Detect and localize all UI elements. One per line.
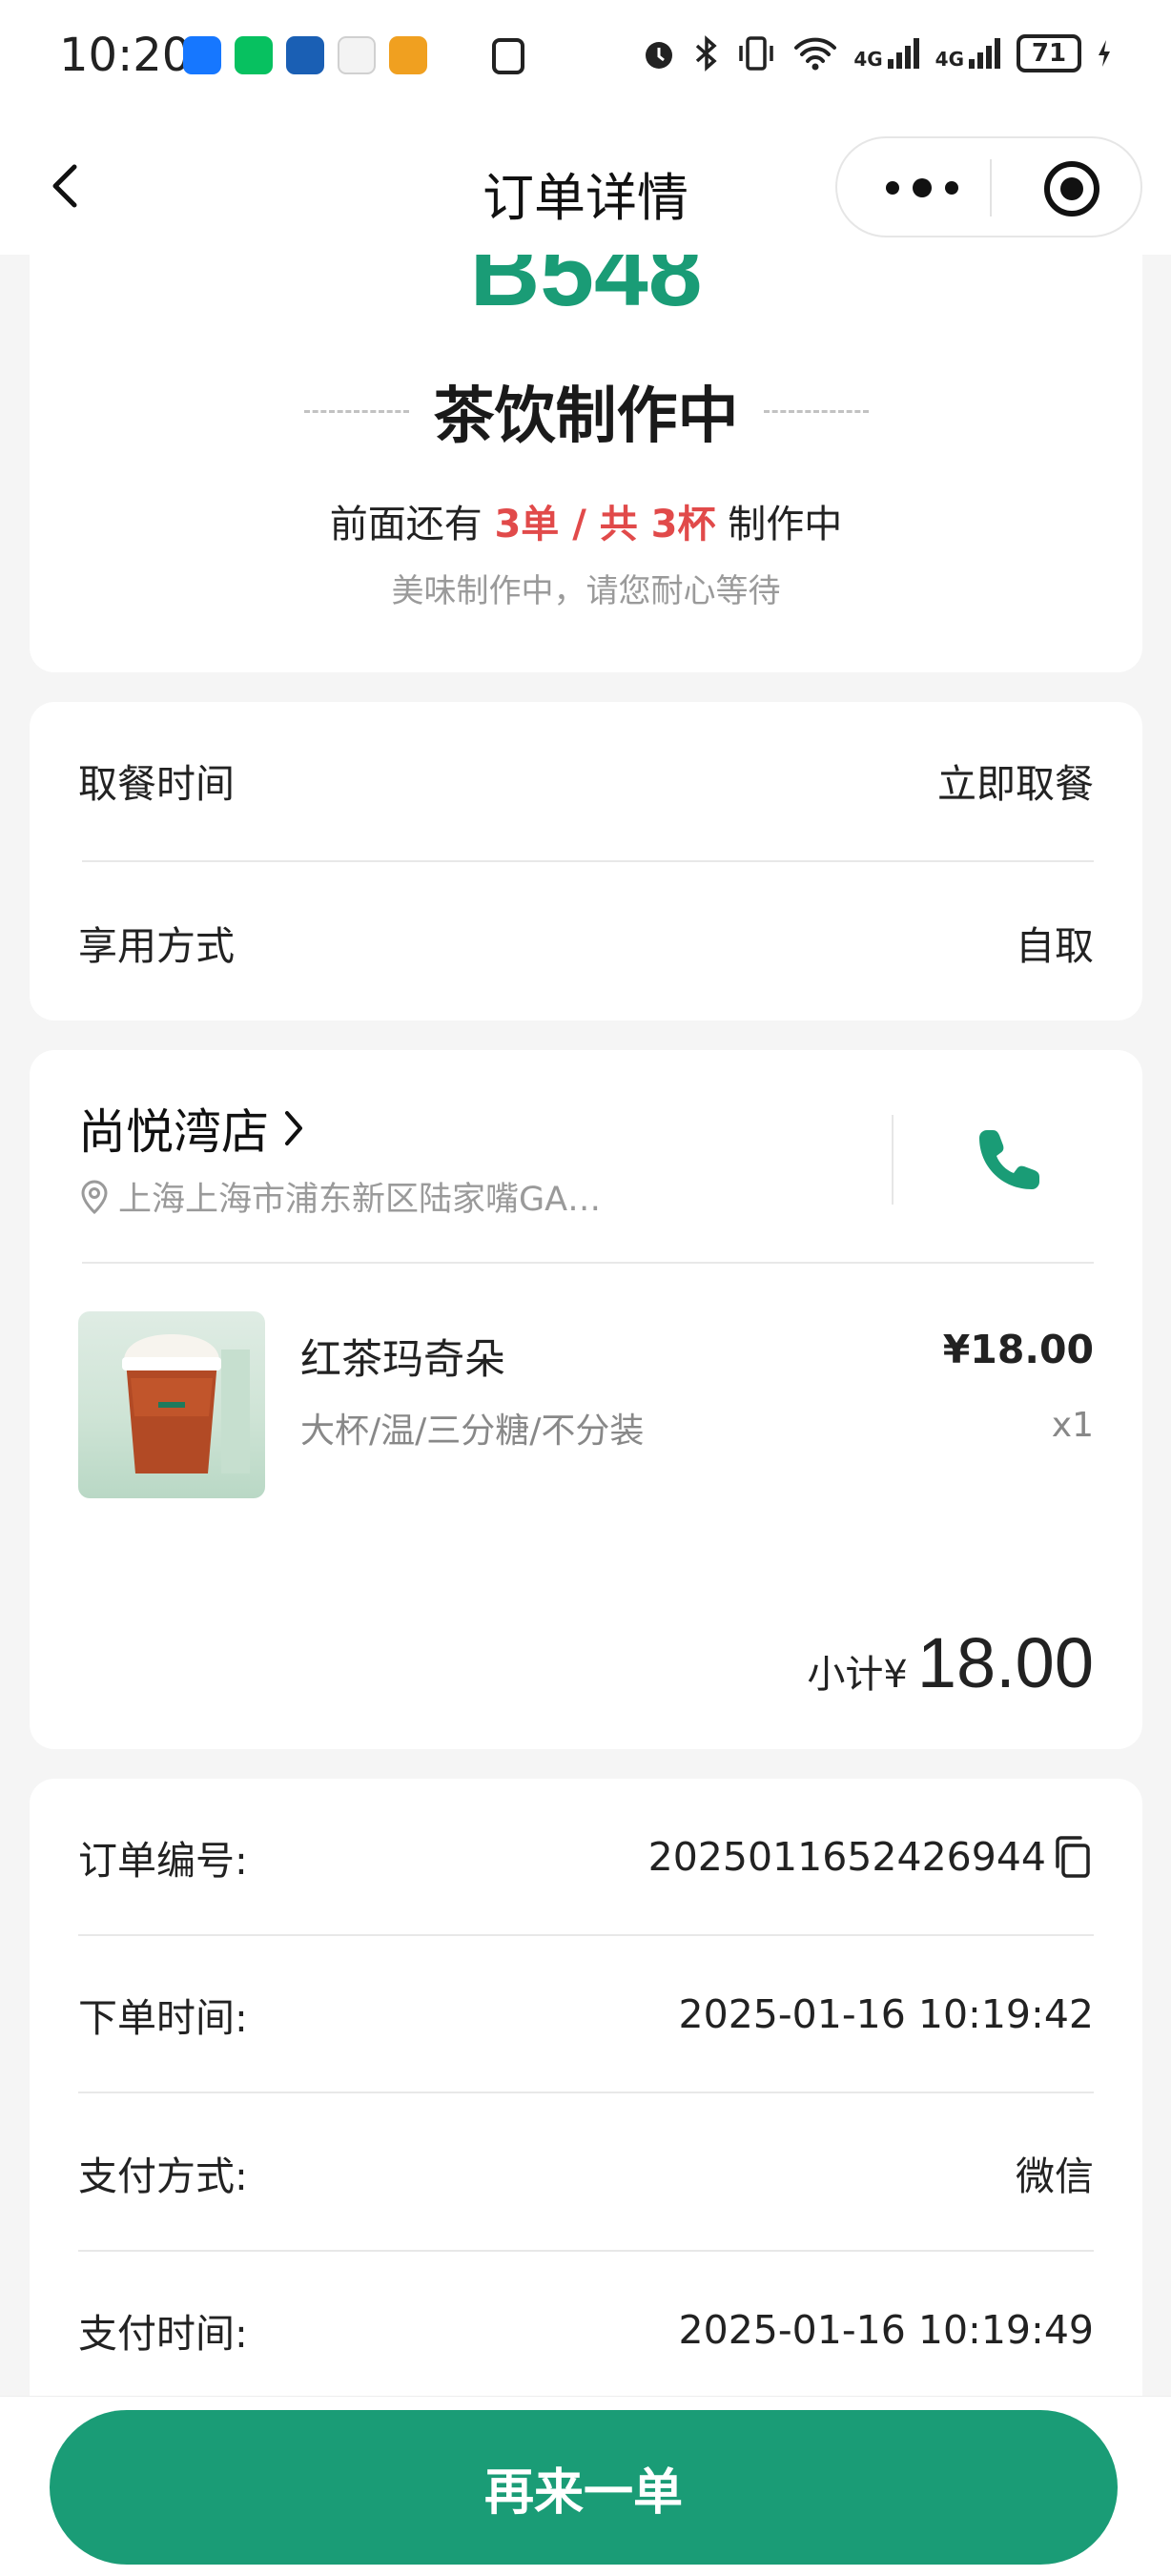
order-number-label: 订单编号: — [78, 1838, 248, 1884]
vertical-divider — [892, 1115, 894, 1205]
store-link[interactable]: 尚悦湾店 — [78, 1094, 307, 1163]
order-created-label: 下单时间: — [78, 1995, 248, 2041]
capsule-divider — [990, 159, 992, 216]
order-info-card: 订单编号: 2025011652426944 下单时间: 2025-01-16 … — [30, 1779, 1142, 2446]
queue-ahead-text: 前面还有 3单 / 共 3杯 制作中 — [30, 493, 1142, 548]
pickup-time-label: 取餐时间 — [78, 761, 235, 807]
close-mini-program-icon[interactable] — [1041, 158, 1102, 219]
queue-ahead-count: 3单 / 共 3杯 — [494, 503, 716, 546]
payment-time-row: 支付时间: 2025-01-16 10:19:49 — [78, 2301, 1094, 2359]
dashed-divider-left — [303, 409, 409, 413]
shop-app-icon — [389, 36, 427, 74]
vibrate-icon — [739, 36, 774, 71]
status-bar: 10:20 4G 4G 71 — [0, 0, 1171, 119]
wait-tip: 美味制作中，请您耐心等待 — [391, 572, 781, 610]
order-created-row: 下单时间: 2025-01-16 10:19:42 — [78, 1986, 1094, 2043]
pickup-method-row: 享用方式 自取 — [78, 914, 1094, 971]
payment-method-label: 支付方式: — [78, 2154, 248, 2199]
message-app-icon — [338, 36, 376, 74]
order-number-row: 订单编号: 2025011652426944 — [78, 1828, 1094, 1886]
row-divider — [78, 2250, 1094, 2252]
order-number-value: 2025011652426944 — [647, 1834, 1046, 1880]
milk-tea-cup-illustration — [122, 1334, 250, 1473]
store-address-row: 上海上海市浦东新区陆家嘴GA… — [78, 1172, 601, 1221]
mini-program-capsule — [835, 136, 1142, 237]
pickup-method-value: 自取 — [1016, 923, 1094, 969]
subtotal: 小计¥ 18.00 — [807, 1622, 1094, 1703]
cell-signal-1: 4G — [853, 36, 919, 71]
queue-status-card: B548 茶饮制作中 前面还有 3单 / 共 3杯 制作中 美味制作中，请您耐心… — [30, 255, 1142, 672]
cell-signal-2: 4G — [935, 36, 1001, 71]
payment-method-value: 微信 — [1016, 2154, 1094, 2199]
wechat-icon — [235, 36, 273, 74]
product-quantity: x1 — [1051, 1406, 1094, 1445]
signal-bars-icon — [969, 38, 1000, 69]
location-pin-icon — [81, 1180, 108, 1214]
network-type-label: 4G — [935, 48, 964, 71]
payment-method-row: 支付方式: 微信 — [78, 2144, 1094, 2201]
pickup-info-card: 取餐时间 立即取餐 享用方式 自取 — [30, 702, 1142, 1020]
status-header: 茶饮制作中 — [30, 367, 1142, 455]
signal-bars-icon — [887, 38, 919, 69]
system-indicators: 4G 4G 71 — [640, 34, 1112, 72]
pickup-time-value: 立即取餐 — [937, 761, 1094, 807]
order-number-group: 2025011652426944 — [648, 1834, 1094, 1880]
alarm-icon — [646, 42, 673, 69]
row-divider — [78, 2092, 1094, 2093]
notification-icons — [183, 36, 427, 74]
copy-icon[interactable] — [1052, 1834, 1094, 1880]
payment-time-value: 2025-01-16 10:19:49 — [678, 2307, 1094, 2353]
queue-ahead-suffix: 制作中 — [715, 503, 843, 546]
store-name: 尚悦湾店 — [78, 1104, 269, 1160]
alipay-icon — [183, 36, 221, 74]
product-image — [78, 1311, 265, 1498]
phone-call-icon[interactable] — [972, 1124, 1044, 1197]
order-status: 茶饮制作中 — [433, 381, 739, 452]
dashed-divider-right — [763, 409, 869, 413]
battery-level: 71 — [1031, 39, 1067, 68]
more-options-icon[interactable] — [883, 172, 961, 204]
row-divider — [82, 1262, 1094, 1264]
order-created-value: 2025-01-16 10:19:42 — [678, 1991, 1094, 2037]
subtotal-label: 小计¥ — [807, 1653, 908, 1697]
nav-bar: 订单详情 — [0, 119, 1171, 255]
row-divider — [78, 1934, 1094, 1936]
product-price: ¥18.00 — [942, 1327, 1094, 1372]
battery-indicator: 71 — [1017, 34, 1081, 72]
pickup-method-label: 享用方式 — [78, 923, 235, 969]
nfc-icon — [492, 38, 524, 74]
chevron-right-icon — [285, 1111, 302, 1145]
bluetooth-icon — [696, 35, 717, 72]
subtotal-amount: 18.00 — [916, 1623, 1094, 1702]
reorder-button[interactable]: 再来一单 — [50, 2410, 1118, 2565]
queue-ahead-prefix: 前面还有 — [329, 503, 495, 546]
product-spec: 大杯/温/三分糖/不分装 — [300, 1412, 645, 1451]
store-address: 上海上海市浦东新区陆家嘴GA… — [118, 1181, 602, 1219]
wifi-icon — [794, 37, 837, 71]
bank-app-icon — [286, 36, 324, 74]
network-type-label: 4G — [853, 48, 883, 71]
product-name: 红茶玛奇朵 — [300, 1336, 505, 1384]
bottom-action-bar: 再来一单 — [0, 2396, 1171, 2576]
payment-time-label: 支付时间: — [78, 2311, 248, 2357]
row-divider — [82, 860, 1094, 862]
charging-icon — [1099, 40, 1110, 67]
pickup-number: B548 — [469, 255, 703, 326]
status-time: 10:20 — [59, 29, 192, 82]
pickup-time-row: 取餐时间 立即取餐 — [78, 752, 1094, 809]
store-order-card: 尚悦湾店 上海上海市浦东新区陆家嘴GA… 红茶玛奇朵 大杯/温/三分糖/不分装 … — [30, 1050, 1142, 1749]
